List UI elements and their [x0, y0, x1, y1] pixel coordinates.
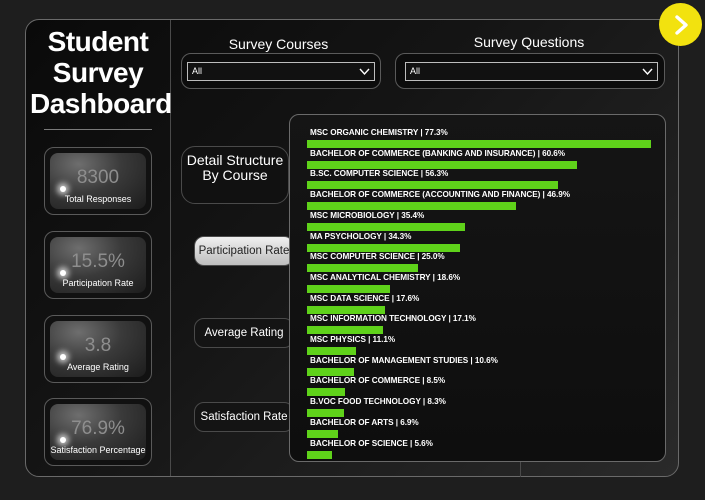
bar-label: MSC MICROBIOLOGY | 35.4%	[310, 210, 425, 220]
survey-questions-label: Survey Questions	[473, 34, 585, 50]
bar-label: MSC COMPUTER SCIENCE | 25.0%	[310, 252, 445, 262]
chart-row: B.SC. COMPUTER SCIENCE | 56.3%	[290, 169, 665, 190]
bar-label: MSC ORGANIC CHEMISTRY | 77.3%	[310, 128, 448, 137]
satisfaction-rate-button[interactable]: Satisfaction Rate	[194, 402, 294, 432]
chart-row: B.VOC FOOD TECHNOLOGY | 8.3%	[290, 397, 665, 418]
bar-label: BACHELOR OF SCIENCE | 5.6%	[310, 438, 433, 448]
kpi-card-face: 76.9% Satisfaction Percentage	[50, 404, 146, 460]
bar[interactable]	[307, 347, 357, 355]
glow-dot	[60, 270, 66, 276]
chart-row: BACHELOR OF SCIENCE | 5.6%	[290, 439, 665, 460]
bar[interactable]	[307, 450, 332, 459]
bar-label: MSC PHYSICS | 11.1%	[310, 335, 396, 344]
participation-rate-button[interactable]: Participation Rate	[194, 236, 294, 266]
chart-row: BACHELOR OF COMMERCE (BANKING AND INSURA…	[290, 149, 665, 170]
bar-label: MSC DATA SCIENCE | 17.6%	[310, 293, 420, 303]
kpi-satisfaction-percentage: 76.9% Satisfaction Percentage	[44, 398, 152, 466]
bar-label: MSC ANALYTICAL CHEMISTRY | 18.6%	[310, 272, 461, 282]
chart-row: BACHELOR OF MANAGEMENT STUDIES | 10.6%	[290, 356, 665, 377]
bar[interactable]	[307, 409, 344, 418]
kpi-card-face: 3.8 Average Rating	[50, 321, 146, 377]
title-underline	[44, 129, 152, 130]
bar[interactable]	[307, 284, 390, 293]
kpi-label: Participation Rate	[62, 278, 134, 288]
chart-row: MSC MICROBIOLOGY | 35.4%	[290, 211, 665, 232]
chevron-right-icon	[674, 14, 688, 35]
chart-row: MSC PHYSICS | 11.1%	[290, 335, 665, 356]
survey-courses-filter: All	[181, 53, 381, 89]
chart-row: MSC ANALYTICAL CHEMISTRY | 18.6%	[290, 273, 665, 294]
bar[interactable]	[307, 264, 419, 273]
chart-row: MSC DATA SCIENCE | 17.6%	[290, 294, 665, 315]
bar[interactable]	[307, 388, 345, 397]
bar[interactable]	[307, 181, 558, 190]
page-title: Student Survey Dashboard	[30, 26, 172, 119]
kpi-average-rating: 3.8 Average Rating	[44, 315, 152, 383]
course-bar-chart: MSC ORGANIC CHEMISTRY | 77.3% BACHELOR OF…	[289, 114, 666, 462]
bar-label: BACHELOR OF COMMERCE (ACCOUNTING AND FIN…	[310, 190, 570, 200]
bar-label: BACHELOR OF COMMERCE (BANKING AND INSURA…	[310, 148, 566, 158]
bar[interactable]	[307, 160, 577, 169]
kpi-label: Satisfaction Percentage	[50, 445, 146, 455]
chart-row: BACHELOR OF COMMERCE (ACCOUNTING AND FIN…	[290, 190, 665, 211]
bar-label: MSC INFORMATION TECHNOLOGY | 17.1%	[310, 314, 476, 324]
bar-label: BACHELOR OF ARTS | 6.9%	[310, 417, 419, 427]
bar[interactable]	[307, 326, 384, 335]
kpi-card-face: 8300 Total Responses	[50, 153, 146, 209]
bar-label: B.SC. COMPUTER SCIENCE | 56.3%	[310, 169, 449, 179]
chart-row: MA PSYCHOLOGY | 34.3%	[290, 232, 665, 253]
next-page-button[interactable]	[659, 3, 702, 46]
kpi-label: Total Responses	[64, 194, 132, 204]
survey-courses-select[interactable]: All	[187, 62, 375, 81]
kpi-participation-rate: 15.5% Participation Rate	[44, 231, 152, 299]
chart-row: MSC INFORMATION TECHNOLOGY | 17.1%	[290, 314, 665, 335]
bar[interactable]	[307, 140, 651, 148]
chart-row: MSC COMPUTER SCIENCE | 25.0%	[290, 252, 665, 273]
bar[interactable]	[307, 243, 460, 252]
bar-label: BACHELOR OF MANAGEMENT STUDIES | 10.6%	[310, 355, 498, 365]
survey-questions-select[interactable]: All	[405, 62, 658, 81]
kpi-label: Average Rating	[67, 362, 129, 372]
bar-label: BACHELOR OF COMMERCE | 8.5%	[310, 376, 446, 386]
kpi-card-face: 15.5% Participation Rate	[50, 237, 146, 293]
survey-questions-value: All	[410, 66, 421, 76]
chevron-down-icon	[642, 68, 653, 76]
bar[interactable]	[307, 202, 516, 211]
bar[interactable]	[307, 222, 465, 231]
bar[interactable]	[307, 367, 355, 376]
kpi-total-responses: 8300 Total Responses	[44, 147, 152, 215]
bar-label: MA PSYCHOLOGY | 34.3%	[310, 231, 412, 241]
bar[interactable]	[307, 429, 338, 438]
glow-dot	[60, 354, 66, 360]
chart-row: BACHELOR OF COMMERCE | 8.5%	[290, 376, 665, 397]
chevron-down-icon	[359, 68, 370, 76]
average-rating-button[interactable]: Average Rating	[194, 318, 294, 348]
bar[interactable]	[307, 305, 386, 314]
glow-dot	[60, 186, 66, 192]
chart-row: MSC ORGANIC CHEMISTRY | 77.3%	[290, 128, 665, 149]
panel-divider-bottom	[520, 462, 521, 477]
bar-label: B.VOC FOOD TECHNOLOGY | 8.3%	[310, 397, 446, 407]
chart-row: BACHELOR OF ARTS | 6.9%	[290, 418, 665, 439]
survey-courses-value: All	[192, 66, 203, 76]
glow-dot	[60, 437, 66, 443]
survey-courses-label: Survey Courses	[228, 36, 329, 52]
detail-structure-button[interactable]: Detail Structure By Course	[181, 146, 289, 204]
survey-questions-filter: All	[395, 53, 665, 89]
